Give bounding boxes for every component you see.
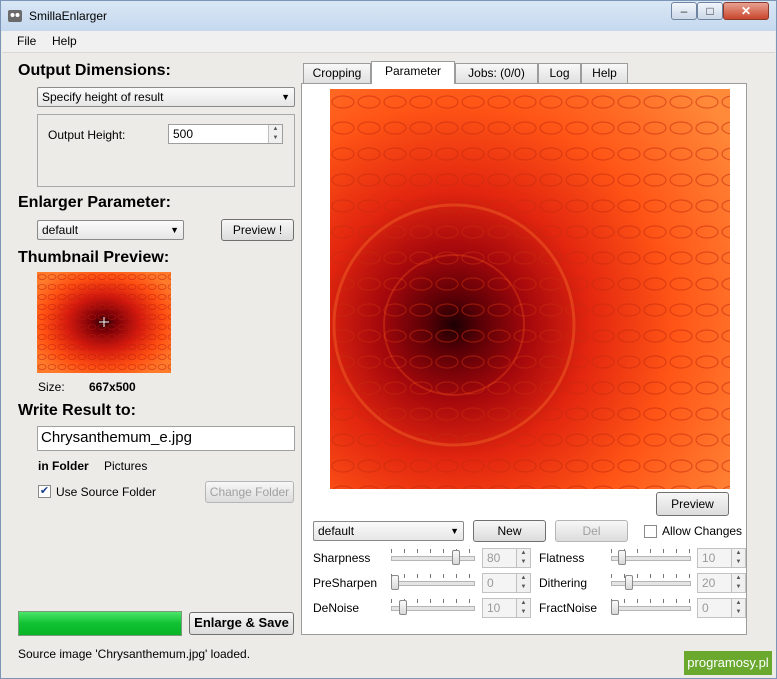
- flatness-value: 10: [702, 551, 716, 565]
- spin-arrows-icon[interactable]: ▲ ▼: [731, 549, 745, 567]
- window-title: SmillaEnlarger: [29, 9, 108, 23]
- flatness-label: Flatness: [539, 551, 585, 565]
- size-label: Size:: [38, 380, 65, 394]
- delete-preset-button[interactable]: Del: [555, 520, 628, 542]
- maximize-button[interactable]: □: [697, 2, 723, 20]
- presharpen-value: 0: [487, 576, 494, 590]
- denoise-value: 10: [487, 601, 501, 615]
- fractnoise-label: FractNoise: [539, 601, 598, 615]
- enlarger-preset-select[interactable]: default ▼: [37, 220, 184, 240]
- dithering-value-input[interactable]: 20 ▲ ▼: [697, 573, 746, 593]
- status-text: Source image 'Chrysanthemum.jpg' loaded.: [18, 647, 251, 661]
- tab-help[interactable]: Help: [581, 63, 628, 83]
- tab-jobs[interactable]: Jobs: (0/0): [455, 63, 538, 83]
- write-result-heading: Write Result to:: [18, 402, 136, 419]
- fractnoise-value-input[interactable]: 0 ▲ ▼: [697, 598, 746, 618]
- chevron-down-icon: ▼: [281, 92, 290, 102]
- denoise-slider[interactable]: [391, 599, 475, 617]
- preview-image: [330, 89, 730, 489]
- sharpness-label: Sharpness: [313, 551, 371, 565]
- slider-thumb[interactable]: [391, 575, 399, 590]
- app-window: SmillaEnlarger – □ ✕ File Help Output Di…: [0, 0, 777, 679]
- sharpness-value: 80: [487, 551, 501, 565]
- smilla-app-icon: [8, 10, 22, 22]
- output-mode-select[interactable]: Specify height of result ▼: [37, 87, 295, 107]
- output-filename-input[interactable]: Chrysanthemum_e.jpg: [37, 426, 295, 451]
- enlarger-parameter-heading: Enlarger Parameter:: [18, 194, 171, 211]
- preview-thumbnail-button[interactable]: Preview !: [221, 219, 294, 241]
- dithering-slider[interactable]: [611, 574, 691, 592]
- sharpness-slider[interactable]: [391, 549, 475, 567]
- progress-bar: [18, 611, 182, 636]
- enlarge-save-button[interactable]: Enlarge & Save: [189, 612, 294, 635]
- allow-changes-label[interactable]: Allow Changes: [662, 524, 742, 538]
- spin-arrows-icon[interactable]: ▲ ▼: [516, 574, 530, 592]
- presharpen-value-input[interactable]: 0 ▲ ▼: [482, 573, 531, 593]
- preview-button[interactable]: Preview: [656, 492, 729, 516]
- thumbnail-flower-graphic: [37, 272, 171, 373]
- flatness-value-input[interactable]: 10 ▲ ▼: [697, 548, 746, 568]
- thumbnail-preview-heading: Thumbnail Preview:: [18, 249, 170, 266]
- parameter-preset-value: default: [318, 524, 355, 538]
- spin-arrows-icon[interactable]: ▲ ▼: [731, 574, 745, 592]
- allow-changes-checkbox[interactable]: [644, 525, 657, 538]
- spin-arrows-icon[interactable]: ▲ ▼: [516, 549, 530, 567]
- in-folder-label: in Folder: [38, 459, 89, 473]
- spin-arrows-icon[interactable]: ▲ ▼: [516, 599, 530, 617]
- slider-thumb[interactable]: [399, 600, 407, 615]
- slider-thumb[interactable]: [618, 550, 626, 565]
- menu-bar: File Help: [2, 31, 775, 53]
- tab-cropping[interactable]: Cropping: [303, 63, 371, 83]
- thumbnail-image[interactable]: [37, 272, 171, 373]
- enlarger-preset-value: default: [42, 223, 79, 237]
- chevron-down-icon: ▼: [170, 225, 179, 235]
- parameter-preset-select[interactable]: default ▼: [313, 521, 464, 541]
- output-dimensions-heading: Output Dimensions:: [18, 62, 171, 79]
- sharpness-value-input[interactable]: 80 ▲ ▼: [482, 548, 531, 568]
- watermark: programosy.pl: [684, 651, 772, 675]
- fractnoise-slider[interactable]: [611, 599, 691, 617]
- slider-thumb[interactable]: [452, 550, 460, 565]
- tab-log[interactable]: Log: [538, 63, 581, 83]
- minimize-button[interactable]: –: [671, 2, 697, 20]
- denoise-label: DeNoise: [313, 601, 360, 615]
- spin-arrows-icon[interactable]: ▲ ▼: [731, 599, 745, 617]
- tab-parameter[interactable]: Parameter: [371, 61, 455, 84]
- output-mode-value: Specify height of result: [42, 90, 164, 104]
- output-height-value: 500: [173, 127, 194, 141]
- folder-value: Pictures: [104, 459, 148, 473]
- spin-arrows-icon[interactable]: ▲ ▼: [268, 125, 282, 143]
- new-preset-button[interactable]: New: [473, 520, 546, 542]
- slider-thumb[interactable]: [611, 600, 619, 615]
- check-icon: ✔: [39, 485, 50, 497]
- use-source-folder-label[interactable]: Use Source Folder: [56, 485, 156, 499]
- menu-file[interactable]: File: [17, 34, 36, 48]
- menu-help[interactable]: Help: [52, 34, 77, 48]
- close-button[interactable]: ✕: [723, 2, 769, 20]
- presharpen-label: PreSharpen: [313, 576, 378, 590]
- flatness-slider[interactable]: [611, 549, 691, 567]
- title-bar: SmillaEnlarger – □ ✕: [1, 1, 776, 31]
- output-height-input[interactable]: 500 ▲ ▼: [168, 124, 283, 144]
- denoise-value-input[interactable]: 10 ▲ ▼: [482, 598, 531, 618]
- dithering-label: Dithering: [539, 576, 588, 590]
- slider-thumb[interactable]: [625, 575, 633, 590]
- fractnoise-value: 0: [702, 601, 709, 615]
- output-height-label: Output Height:: [48, 128, 126, 142]
- parameter-tab-panel: Preview default ▼ New Del Allow Changes …: [301, 83, 747, 635]
- presharpen-slider[interactable]: [391, 574, 475, 592]
- output-dimensions-group: Output Height: 500 ▲ ▼: [37, 114, 295, 187]
- dithering-value: 20: [702, 576, 716, 590]
- preview-flower-graphic: [330, 89, 730, 489]
- use-source-folder-checkbox[interactable]: ✔: [38, 485, 51, 498]
- size-value: 667x500: [89, 380, 136, 394]
- change-folder-button[interactable]: Change Folder: [205, 481, 294, 503]
- chevron-down-icon: ▼: [450, 526, 459, 536]
